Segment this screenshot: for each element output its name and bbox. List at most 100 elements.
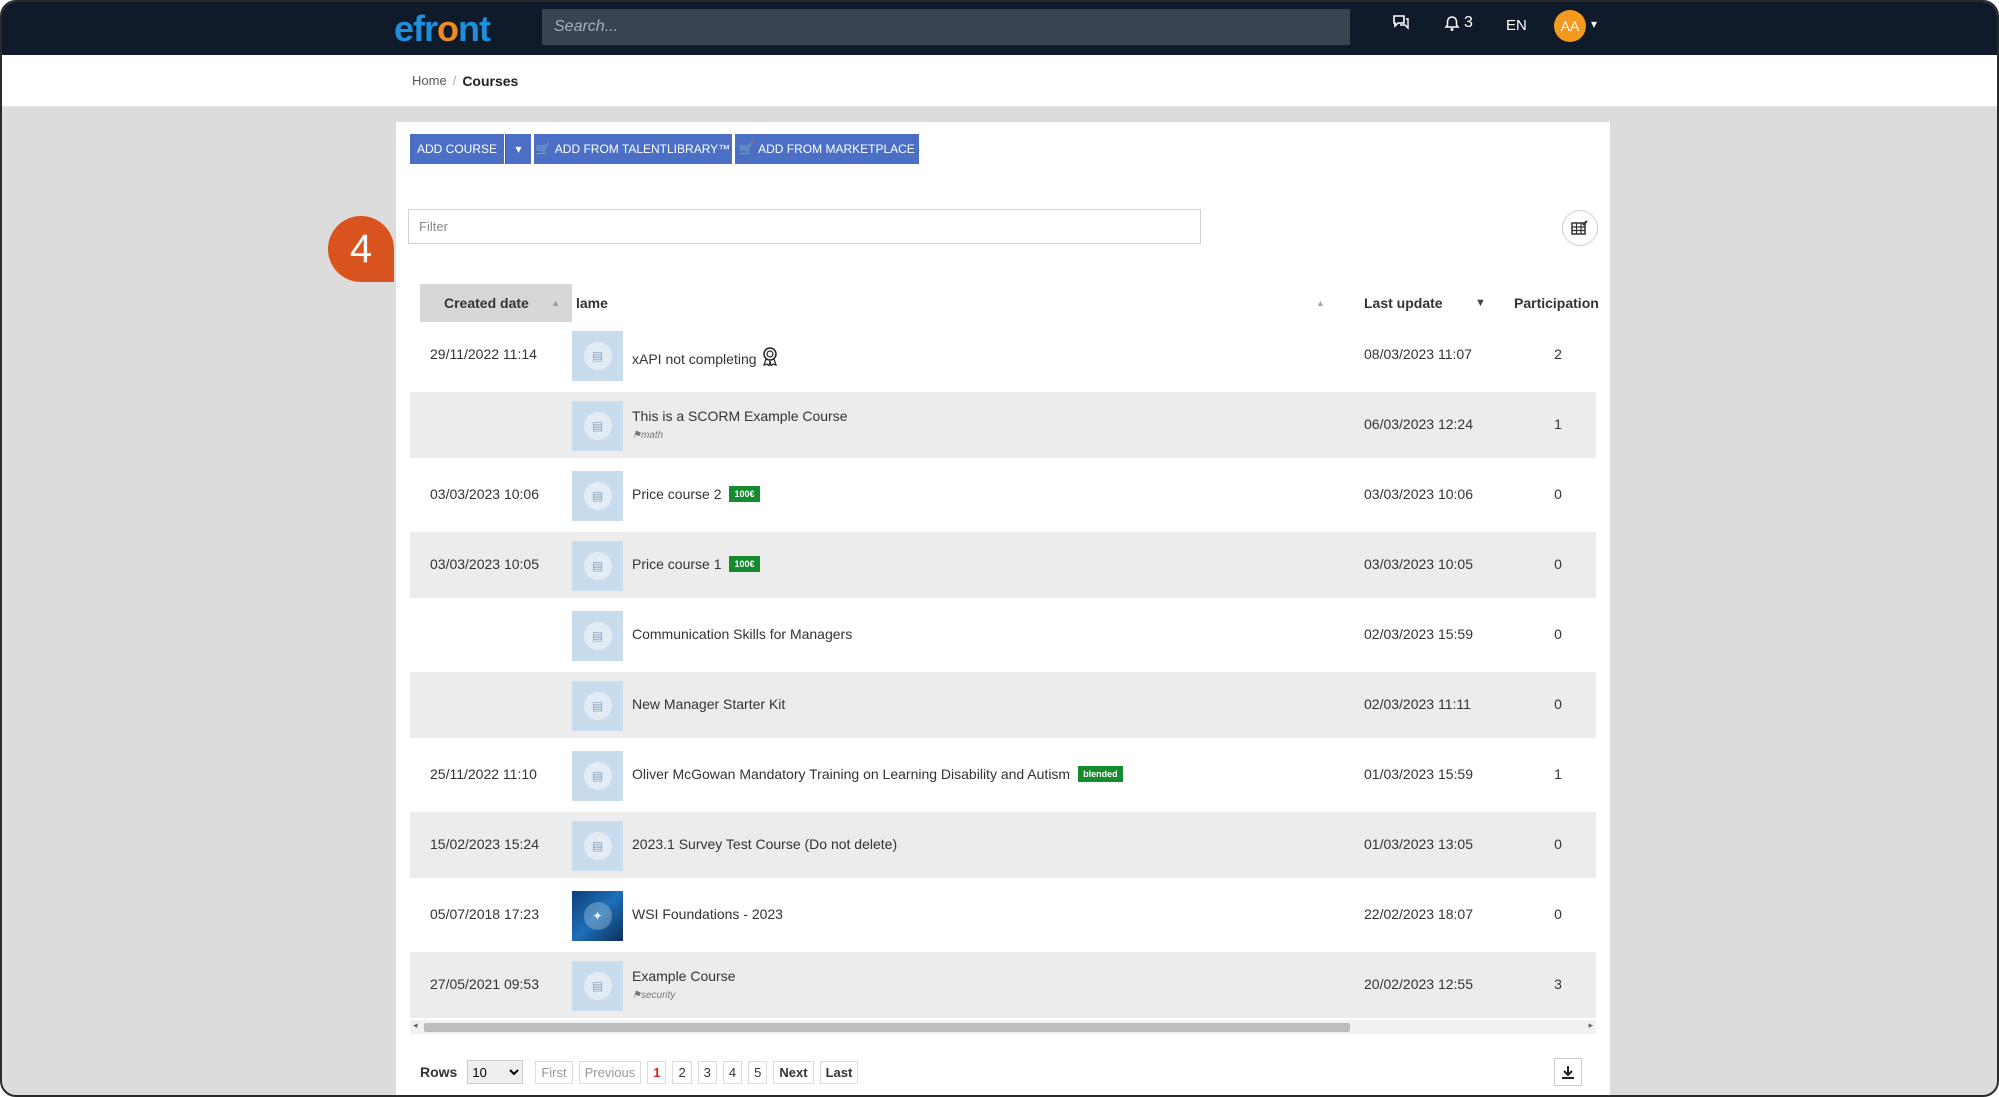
participation: 0 xyxy=(1554,696,1562,712)
blended-badge: blended xyxy=(1078,766,1123,782)
created-date: 05/07/2018 17:23 xyxy=(430,906,539,922)
previous-page-button[interactable]: Previous xyxy=(578,1060,642,1084)
course-thumbnail[interactable]: ▤ xyxy=(572,331,623,381)
table-row[interactable]: 29/11/2022 11:14 ▤ xAPI not completing 0… xyxy=(410,322,1596,388)
table-row[interactable]: 03/03/2023 10:06 ▤ Price course 2 100€ 03… xyxy=(410,462,1596,528)
certificate-icon xyxy=(761,346,779,371)
participation: 1 xyxy=(1554,766,1562,782)
breadcrumb-home[interactable]: Home xyxy=(412,73,447,89)
page-5-button[interactable]: 5 xyxy=(748,1060,768,1084)
course-name[interactable]: WSI Foundations - 2023 xyxy=(632,906,783,922)
last-update: 03/03/2023 10:06 xyxy=(1364,486,1473,502)
course-thumbnail[interactable]: ▤ xyxy=(572,751,623,801)
course-name[interactable]: xAPI not completing xyxy=(632,346,779,371)
table-row[interactable]: 03/03/2023 10:05 ▤ Price course 1 100€ 03… xyxy=(410,532,1596,598)
course-thumbnail[interactable]: ▤ xyxy=(572,541,623,591)
sort-desc-icon[interactable]: ▼ xyxy=(1475,284,1486,322)
last-update: 01/03/2023 15:59 xyxy=(1364,766,1473,782)
participation: 3 xyxy=(1554,976,1562,992)
course-thumbnail[interactable]: ▤ xyxy=(572,961,623,1011)
download-icon xyxy=(1562,1066,1574,1079)
notifications-button[interactable]: 3 xyxy=(1444,14,1473,32)
course-name[interactable]: New Manager Starter Kit xyxy=(632,696,785,712)
book-icon: ▤ xyxy=(583,622,612,650)
next-page-button[interactable]: Next xyxy=(773,1060,814,1084)
rows-per-page-select[interactable]: 10 xyxy=(467,1060,524,1084)
course-name[interactable]: Example Course xyxy=(632,968,736,984)
course-name[interactable]: Communication Skills for Managers xyxy=(632,626,852,642)
sort-asc-icon: ▲ xyxy=(551,298,560,308)
column-name[interactable]: lame xyxy=(576,284,608,322)
caret-down-icon: ▾ xyxy=(515,142,522,156)
tag-icon: ⚑ xyxy=(632,430,641,441)
first-page-button[interactable]: First xyxy=(535,1060,573,1084)
add-course-button[interactable]: ADD COURSE xyxy=(410,134,504,164)
column-created-date[interactable]: Created date ▲ xyxy=(420,284,572,322)
page-1-button[interactable]: 1 xyxy=(647,1060,667,1084)
breadcrumb-current: Courses xyxy=(462,73,519,89)
column-last-update[interactable]: Last update xyxy=(1364,284,1443,322)
created-date: 03/03/2023 10:05 xyxy=(430,556,539,572)
tag-icon: ⚑ xyxy=(632,990,641,1001)
course-thumbnail[interactable]: ▤ xyxy=(572,401,623,451)
add-from-marketplace-button[interactable]: 🛒 ADD FROM MARKETPLACE xyxy=(735,134,919,164)
course-name[interactable]: Price course 1 100€ xyxy=(632,556,760,572)
created-date: 29/11/2022 11:14 xyxy=(430,346,537,362)
table-row[interactable]: ▤ Communication Skills for Managers 02/0… xyxy=(410,602,1596,668)
participation: 0 xyxy=(1554,556,1562,572)
book-icon: ▤ xyxy=(583,692,612,720)
table-row[interactable]: ▤ This is a SCORM Example Course ⚑math 0… xyxy=(410,392,1596,458)
scroll-left-icon[interactable]: ◂ xyxy=(413,1020,418,1031)
course-thumbnail[interactable]: ▤ xyxy=(572,821,623,871)
page-4-button[interactable]: 4 xyxy=(722,1060,743,1084)
course-tag: ⚑security xyxy=(632,990,676,1001)
notification-count: 3 xyxy=(1464,14,1473,31)
course-thumbnail[interactable]: ✦ xyxy=(572,891,623,941)
column-participation[interactable]: Participation xyxy=(1514,284,1599,322)
scroll-right-icon[interactable]: ▸ xyxy=(1588,1020,1593,1031)
scrollbar-thumb[interactable] xyxy=(424,1023,1350,1032)
caret-down-icon[interactable]: ▾ xyxy=(1591,17,1597,31)
price-badge: 100€ xyxy=(729,486,760,502)
page-3-button[interactable]: 3 xyxy=(697,1060,717,1084)
app-window: efront 3 EN AA ▾ Home / Courses ADD COUR… xyxy=(0,0,1999,1097)
filter-input[interactable] xyxy=(408,209,1201,244)
efront-logo[interactable]: efront xyxy=(394,8,491,50)
breadcrumb-bar: Home / Courses xyxy=(2,55,1997,107)
participation: 0 xyxy=(1554,486,1562,502)
course-name[interactable]: Price course 2 100€ xyxy=(632,486,760,502)
sort-asc-icon[interactable]: ▲ xyxy=(1316,284,1325,322)
breadcrumb-separator: / xyxy=(452,73,457,88)
course-thumbnail[interactable]: ▤ xyxy=(572,681,623,731)
column-settings-button[interactable] xyxy=(1562,210,1598,246)
course-name[interactable]: This is a SCORM Example Course xyxy=(632,408,848,424)
page-2-button[interactable]: 2 xyxy=(672,1060,692,1084)
table-row[interactable]: 15/02/2023 15:24 ▤ 2023.1 Survey Test Co… xyxy=(410,812,1596,878)
participation: 0 xyxy=(1554,836,1562,852)
course-name[interactable]: 2023.1 Survey Test Course (Do not delete… xyxy=(632,836,897,852)
chat-icon[interactable] xyxy=(1392,14,1410,35)
cart-icon: 🛒 xyxy=(535,142,551,156)
table-row[interactable]: 27/05/2021 09:53 ▤ Example Course ⚑secur… xyxy=(410,952,1596,1018)
horizontal-scrollbar[interactable]: ◂ ▸ xyxy=(410,1020,1596,1034)
add-from-talentlibrary-button[interactable]: 🛒 ADD FROM TALENTLIBRARY™ xyxy=(534,134,732,164)
table-row[interactable]: 25/11/2022 11:10 ▤ Oliver McGowan Mandat… xyxy=(410,742,1596,808)
search-input[interactable] xyxy=(542,9,1350,45)
course-thumbnail[interactable]: ▤ xyxy=(572,471,623,521)
step-callout-badge: 4 xyxy=(328,216,394,282)
add-course-dropdown-button[interactable]: ▾ xyxy=(505,134,531,164)
network-icon: ✦ xyxy=(583,902,612,930)
participation: 1 xyxy=(1554,416,1562,432)
table-row[interactable]: ▤ New Manager Starter Kit 02/03/2023 11:… xyxy=(410,672,1596,738)
created-date: 27/05/2021 09:53 xyxy=(430,976,539,992)
bell-icon xyxy=(1444,15,1460,31)
course-name[interactable]: Oliver McGowan Mandatory Training on Lea… xyxy=(632,766,1123,782)
course-thumbnail[interactable]: ▤ xyxy=(572,611,623,661)
download-button[interactable] xyxy=(1554,1058,1582,1086)
language-selector[interactable]: EN xyxy=(1506,17,1527,34)
last-update: 01/03/2023 13:05 xyxy=(1364,836,1473,852)
avatar[interactable]: AA xyxy=(1554,10,1586,42)
last-page-button[interactable]: Last xyxy=(819,1060,859,1084)
last-update: 03/03/2023 10:05 xyxy=(1364,556,1473,572)
table-row[interactable]: 05/07/2018 17:23 ✦ WSI Foundations - 202… xyxy=(410,882,1596,948)
